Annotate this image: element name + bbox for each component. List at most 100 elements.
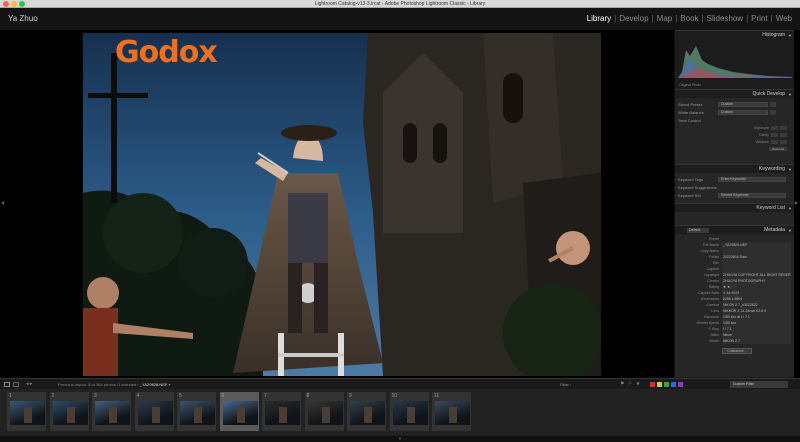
reset-row: Reset All <box>678 145 791 152</box>
module-develop[interactable]: Develop <box>617 14 650 23</box>
filmstrip-thumbnail[interactable]: 3 <box>91 391 132 432</box>
purple-label-filter[interactable] <box>678 382 683 387</box>
metadata-header[interactable]: Default Metadata ▼ <box>675 225 794 234</box>
red-label-filter[interactable] <box>650 382 655 387</box>
keyword-list-panel <box>675 212 794 225</box>
thumbnail-image <box>307 401 343 425</box>
thumbnail-image <box>392 401 428 425</box>
grid-view-icon[interactable] <box>4 382 10 387</box>
exposure-down-button[interactable] <box>771 125 778 130</box>
white-balance-select[interactable]: Custom <box>718 109 768 115</box>
navigation-arrows-icon[interactable]: ◂ ▸ <box>26 381 32 387</box>
selected-filename: _YAZ9828.NEF <box>139 382 168 387</box>
collapse-triangle-icon[interactable]: ▼ <box>788 165 792 174</box>
reset-all-button[interactable]: Reset All <box>769 146 787 151</box>
exposure-up-button[interactable] <box>780 125 787 130</box>
thumbnail-index: 1 <box>9 393 12 399</box>
quick-develop-header[interactable]: Quick Develop ▼ <box>675 89 794 98</box>
flag-filter-icons[interactable]: ⚑ ⚐ ★ <box>620 381 641 387</box>
identity-plate: Ya Zhuo <box>8 14 38 23</box>
filmstrip: 1 2 3 4 5 6 7 8 9 10 11 <box>0 389 800 436</box>
metadata-value[interactable]: NIKON Z 7 <box>722 338 791 344</box>
second-window-icon[interactable] <box>13 382 19 387</box>
keyword-set-label: Keyword Set <box>678 192 701 198</box>
module-print[interactable]: Print <box>749 14 769 23</box>
histogram-title: Histogram <box>762 32 785 38</box>
thumbnail-index: 10 <box>391 393 398 399</box>
metadata-panel: Preset File Name _YAZ9828.NEF Copy Name Fol… <box>675 234 794 356</box>
keyword-set-select[interactable]: Recent Keywords <box>718 192 786 198</box>
collapse-triangle-icon[interactable]: ▼ <box>788 204 792 213</box>
keyword-list-header[interactable]: Keyword List ▼ <box>675 203 794 212</box>
filmstrip-thumbnail[interactable]: 6 <box>218 391 260 432</box>
filmstrip-thumbnail[interactable]: 10 <box>388 391 430 432</box>
right-panel: Histogram ▼ Original Photo Quick Develop… <box>674 30 794 378</box>
filmstrip-thumbnail[interactable]: 2 <box>48 391 90 432</box>
brand-watermark: Godox <box>115 35 218 70</box>
exposure-row: Exposure <box>678 124 791 131</box>
keywording-panel: Keyword Tags Enter Keywords Keyword Sugg… <box>675 173 794 203</box>
clarity-label: Clarity <box>759 132 769 137</box>
keyword-tags-select[interactable]: Enter Keywords <box>718 176 786 182</box>
filmstrip-thumbnail[interactable]: 1 <box>6 391 47 432</box>
thumbnail-image <box>435 401 470 425</box>
filmstrip-thumbnail[interactable]: 9 <box>346 391 387 432</box>
module-slideshow[interactable]: Slideshow <box>705 14 745 23</box>
metadata-preset-select[interactable]: Default <box>687 228 709 233</box>
thumbnail-image <box>52 401 88 425</box>
clarity-down-button[interactable] <box>771 132 778 137</box>
vibrance-label: Vibrance <box>755 139 769 144</box>
module-book[interactable]: Book <box>678 14 700 23</box>
blue-label-filter[interactable] <box>671 382 676 387</box>
main-photo[interactable]: Godox <box>83 33 601 376</box>
clarity-row: Clarity <box>678 131 791 138</box>
white-balance-label: White Balance <box>678 109 704 115</box>
yellow-label-filter[interactable] <box>657 382 662 387</box>
source-label[interactable]: Previous Import <box>58 382 86 387</box>
vibrance-down-button[interactable] <box>771 139 778 144</box>
filmstrip-thumbnail[interactable]: 7 <box>261 391 302 432</box>
thumbnail-image <box>137 401 173 425</box>
white-balance-expand-button[interactable] <box>770 109 776 115</box>
metadata-row: Model NIKON Z 7 <box>678 338 791 344</box>
thumbnail-index: 2 <box>51 393 55 399</box>
green-label-filter[interactable] <box>664 382 669 387</box>
histogram-header[interactable]: Histogram ▼ <box>675 30 794 39</box>
filter-label: Filter : <box>560 382 572 387</box>
metadata-title: Metadata <box>764 227 785 233</box>
bottom-panel-toggle-icon[interactable]: ▼ <box>398 436 402 441</box>
filmstrip-thumbnail[interactable]: 5 <box>176 391 217 432</box>
loupe-view[interactable]: Godox <box>6 30 670 378</box>
histogram-info: Original Photo <box>679 83 702 87</box>
module-web[interactable]: Web <box>774 14 794 23</box>
customize-button[interactable]: Customize... <box>722 348 752 354</box>
filmstrip-thumbnail[interactable]: 11 <box>431 391 472 432</box>
filmstrip-thumbnail[interactable]: 4 <box>133 391 175 432</box>
saved-preset-label: Saved Preset <box>678 101 703 107</box>
exposure-label: Exposure <box>754 125 769 130</box>
quick-develop-title: Quick Develop <box>752 91 785 97</box>
keywording-header[interactable]: Keywording ▼ <box>675 164 794 173</box>
clarity-up-button[interactable] <box>780 132 787 137</box>
right-panel-toggle-icon[interactable]: ▶ <box>795 200 798 205</box>
saved-preset-select[interactable]: Custom <box>718 101 768 107</box>
filmstrip-toolbar: ◂ ▸ Previous Import 8 of 364 photos /1 s… <box>0 378 800 389</box>
saved-preset-expand-button[interactable] <box>770 101 776 107</box>
keyword-list-title: Keyword List <box>756 205 785 211</box>
thumbnail-index: 11 <box>434 393 440 399</box>
window-title-bar: Lightroom Catalog-v13-3.lrcat - Adobe Ph… <box>0 0 800 8</box>
vibrance-row: Vibrance <box>678 138 791 145</box>
filmstrip-source[interactable]: Previous Import 8 of 364 photos /1 selec… <box>58 382 170 387</box>
thumbnail-index: 3 <box>94 393 97 399</box>
color-label-filters[interactable] <box>650 382 683 387</box>
thumbnail-image <box>10 401 45 425</box>
custom-filter-select[interactable]: Custom Filter <box>730 381 788 388</box>
thumbnail-image <box>222 401 258 425</box>
left-panel-toggle-icon[interactable]: ◀ <box>1 200 4 205</box>
filmstrip-thumbnail[interactable]: 8 <box>303 391 345 432</box>
module-library[interactable]: Library <box>585 14 613 23</box>
vibrance-up-button[interactable] <box>780 139 787 144</box>
module-map[interactable]: Map <box>655 14 675 23</box>
histogram: Original Photo <box>675 39 794 89</box>
collapse-triangle-icon[interactable]: ▼ <box>788 226 792 235</box>
